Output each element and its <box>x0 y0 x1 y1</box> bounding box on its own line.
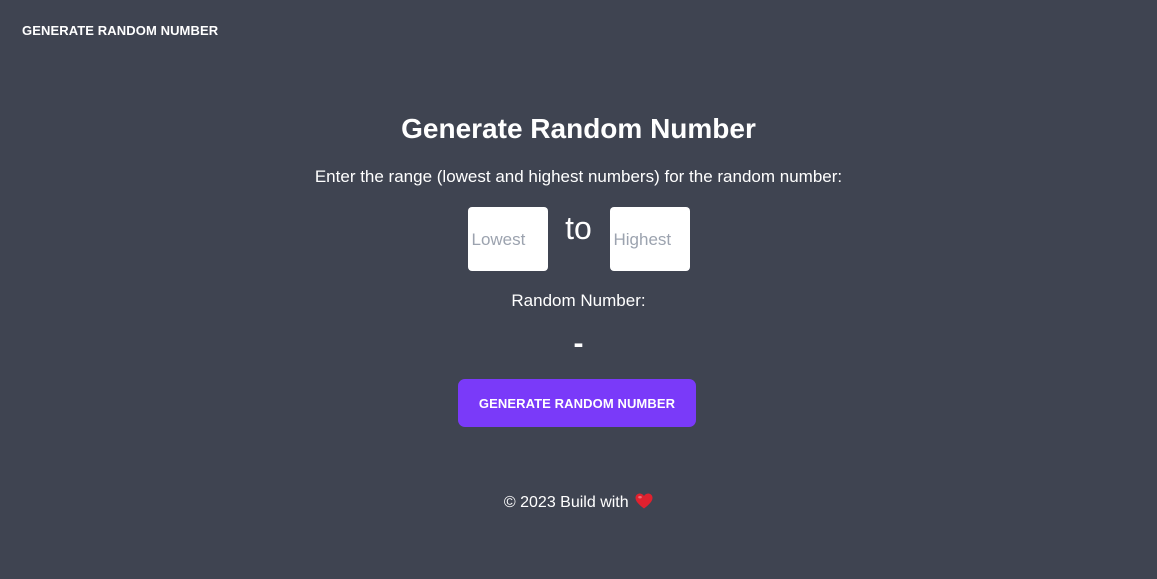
footer-text: © 2023 Build with <box>503 494 629 511</box>
range-separator: to <box>565 210 592 246</box>
result-label: Random Number: <box>511 291 646 310</box>
result-value: - <box>573 327 584 360</box>
range-inputs: to <box>0 207 1157 271</box>
heart-icon <box>635 493 653 509</box>
main-content: Generate Random Number Enter the range (… <box>0 0 1157 579</box>
generate-button[interactable]: GENERATE RANDOM NUMBER <box>458 379 696 427</box>
footer: © 2023 Build with <box>0 492 1157 514</box>
range-instructions: Enter the range (lowest and highest numb… <box>314 167 843 186</box>
highest-input[interactable] <box>609 207 690 271</box>
page-title: Generate Random Number <box>401 113 756 144</box>
lowest-input[interactable] <box>467 207 548 271</box>
